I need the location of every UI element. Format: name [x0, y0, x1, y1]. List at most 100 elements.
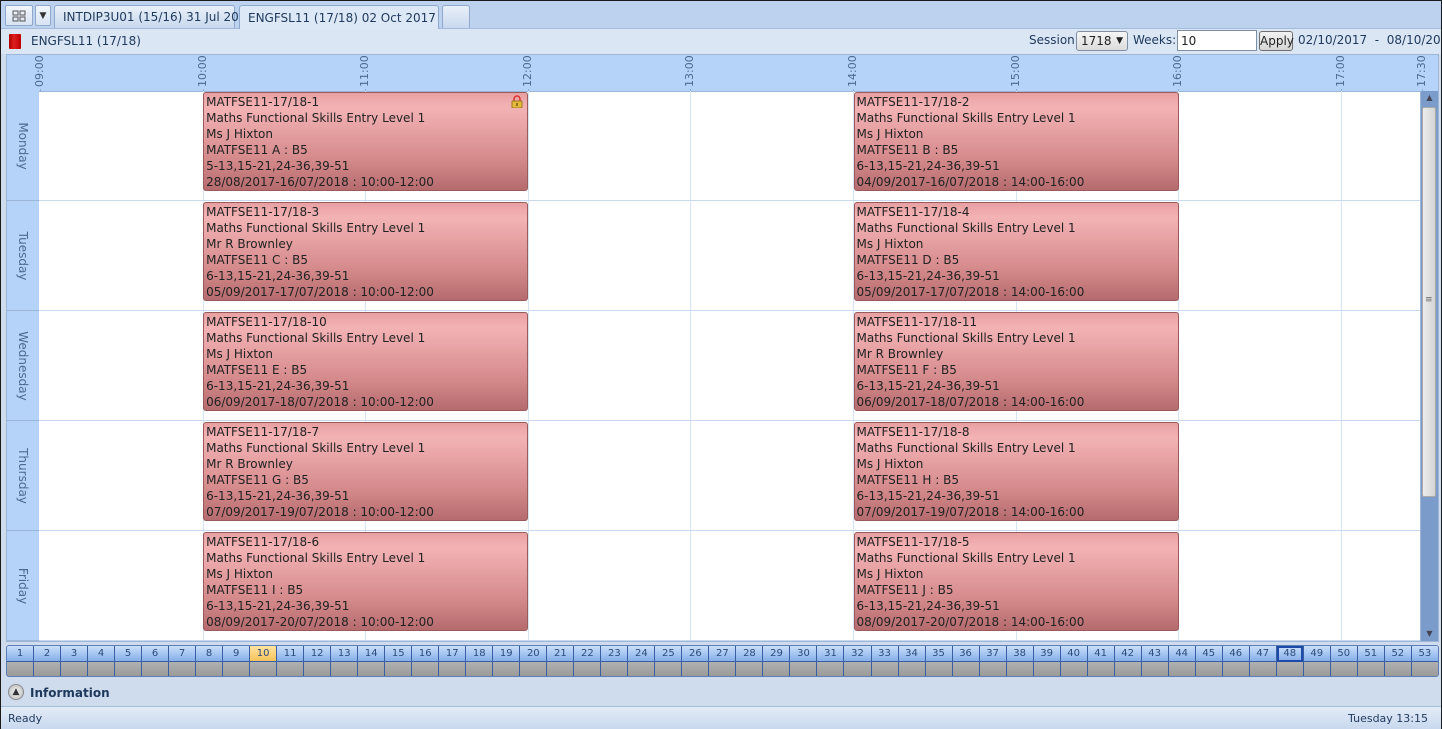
event-block[interactable]: MATFSE11-17/18-4 Maths Functional Skills … — [853, 202, 1179, 301]
week-cell[interactable]: 37 — [979, 646, 1007, 676]
scroll-up-icon[interactable]: ▲ — [1421, 91, 1438, 105]
week-cell[interactable]: 39 — [1033, 646, 1061, 676]
week-cell[interactable]: 3 — [61, 646, 89, 676]
tab-grid-button[interactable] — [5, 5, 33, 26]
session-value: 1718 — [1081, 34, 1112, 48]
weeks-input[interactable] — [1177, 30, 1257, 51]
event-group-room: MATFSE11 A : B5 — [206, 143, 308, 157]
week-cell[interactable]: 27 — [709, 646, 737, 676]
week-cell[interactable]: 21 — [547, 646, 575, 676]
week-cell[interactable]: 30 — [790, 646, 818, 676]
time-tick: 12:00 — [521, 55, 535, 92]
information-panel-toggle[interactable]: ▲ Information — [1, 681, 1441, 705]
event-course: Maths Functional Skills Entry Level 1 — [206, 441, 426, 455]
week-cell[interactable]: 51 — [1357, 646, 1385, 676]
week-cell[interactable]: 24 — [628, 646, 656, 676]
week-cell[interactable]: 46 — [1222, 646, 1250, 676]
week-cell[interactable]: 1 — [7, 646, 35, 676]
event-block[interactable]: MATFSE11-17/18-2 Maths Functional Skills … — [853, 92, 1179, 191]
week-cell[interactable]: 40 — [1060, 646, 1088, 676]
week-cell[interactable]: 29 — [763, 646, 791, 676]
week-cell[interactable]: 5 — [115, 646, 143, 676]
week-usage — [385, 662, 412, 676]
week-number: 37 — [979, 646, 1006, 662]
week-cell[interactable]: 31 — [817, 646, 845, 676]
event-teacher: Ms J Hixton — [206, 567, 273, 581]
week-usage — [709, 662, 736, 676]
week-cell[interactable]: 13 — [331, 646, 359, 676]
scroll-thumb[interactable]: ≡ — [1422, 107, 1436, 497]
event-block[interactable]: MATFSE11-17/18-3 Maths Functional Skills … — [203, 202, 529, 301]
session-select[interactable]: 1718 ▼ — [1076, 31, 1128, 51]
week-cell[interactable]: 10 — [250, 646, 278, 676]
event-block[interactable]: MATFSE11-17/18-10 Maths Functional Skills… — [203, 312, 529, 411]
week-cell[interactable]: 53 — [1411, 646, 1438, 676]
event-block[interactable]: MATFSE11-17/18-7 Maths Functional Skills … — [203, 422, 529, 521]
week-cell[interactable]: 44 — [1168, 646, 1196, 676]
event-block[interactable]: MATFSE11-17/18-8 Maths Functional Skills … — [853, 422, 1179, 521]
title-bar: ENGFSL11 (17/18) Session: 1718 ▼ Weeks: … — [1, 29, 1442, 54]
tab-engfsl11[interactable]: ENGFSL11 (17/18) 02 Oct 2017 ✕ — [239, 5, 458, 29]
week-cell[interactable]: 36 — [952, 646, 980, 676]
tab-new[interactable] — [442, 5, 470, 28]
week-cell[interactable]: 26 — [682, 646, 710, 676]
tab-list-dropdown[interactable]: ▼ — [35, 5, 51, 26]
week-usage — [628, 662, 655, 676]
week-number: 47 — [1249, 646, 1276, 662]
week-cell[interactable]: 19 — [493, 646, 521, 676]
time-tick-label: 17:00 — [1333, 55, 1347, 87]
week-cell[interactable]: 9 — [223, 646, 251, 676]
week-cell[interactable]: 41 — [1087, 646, 1115, 676]
week-usage — [817, 662, 844, 676]
week-usage — [844, 662, 871, 676]
week-cell[interactable]: 7 — [169, 646, 197, 676]
week-cell[interactable]: 4 — [88, 646, 116, 676]
event-block[interactable]: MATFSE11-17/18-6 Maths Functional Skills … — [203, 532, 529, 631]
week-cell[interactable]: 2 — [34, 646, 62, 676]
week-cell[interactable]: 32 — [844, 646, 872, 676]
scroll-down-icon[interactable]: ▼ — [1421, 627, 1438, 641]
week-cell[interactable]: 22 — [574, 646, 602, 676]
schedule-grid[interactable]: MATFSE11-17/18-1 Maths Functional Skills … — [39, 91, 1420, 641]
week-cell[interactable]: 18 — [466, 646, 494, 676]
week-cell[interactable]: 43 — [1141, 646, 1169, 676]
day-label: Wednesday — [16, 330, 30, 401]
week-number: 50 — [1330, 646, 1357, 662]
week-number: 28 — [736, 646, 763, 662]
week-cell[interactable]: 17 — [439, 646, 467, 676]
week-cell[interactable]: 6 — [142, 646, 170, 676]
week-cell[interactable]: 25 — [655, 646, 683, 676]
apply-button[interactable]: Apply — [1259, 31, 1294, 51]
event-weeks: 6-13,15-21,24-36,39-51 — [206, 599, 350, 613]
week-cell[interactable]: 23 — [601, 646, 629, 676]
event-block[interactable]: MATFSE11-17/18-11 Maths Functional Skills… — [853, 312, 1179, 411]
week-cell[interactable]: 38 — [1006, 646, 1034, 676]
week-cell[interactable]: 12 — [304, 646, 332, 676]
week-cell[interactable]: 28 — [736, 646, 764, 676]
chevron-up-icon[interactable]: ▲ — [8, 684, 24, 700]
week-usage — [898, 662, 925, 676]
event-block[interactable]: MATFSE11-17/18-5 Maths Functional Skills … — [853, 532, 1179, 631]
week-cell[interactable]: 48 — [1276, 646, 1304, 676]
tab-intdip3u01[interactable]: INTDIP3U01 (15/16) 31 Jul 2017 — [54, 5, 254, 28]
week-number: 19 — [493, 646, 520, 662]
week-cell[interactable]: 49 — [1303, 646, 1331, 676]
event-group-room: MATFSE11 F : B5 — [856, 363, 957, 377]
vertical-scrollbar[interactable]: ▲ ≡ ▼ — [1420, 91, 1438, 641]
week-cell[interactable]: 42 — [1114, 646, 1142, 676]
week-cell[interactable]: 45 — [1195, 646, 1223, 676]
week-cell[interactable]: 20 — [520, 646, 548, 676]
week-cell[interactable]: 47 — [1249, 646, 1277, 676]
week-cell[interactable]: 52 — [1384, 646, 1412, 676]
week-cell[interactable]: 14 — [358, 646, 386, 676]
week-cell[interactable]: 33 — [871, 646, 899, 676]
week-cell[interactable]: 35 — [925, 646, 953, 676]
week-cell[interactable]: 11 — [277, 646, 305, 676]
week-cell[interactable]: 34 — [898, 646, 926, 676]
event-block[interactable]: MATFSE11-17/18-1 Maths Functional Skills … — [203, 92, 529, 191]
week-cell[interactable]: 50 — [1330, 646, 1358, 676]
day-header-monday: Monday — [7, 91, 39, 201]
week-cell[interactable]: 16 — [412, 646, 440, 676]
week-cell[interactable]: 15 — [385, 646, 413, 676]
week-cell[interactable]: 8 — [196, 646, 224, 676]
